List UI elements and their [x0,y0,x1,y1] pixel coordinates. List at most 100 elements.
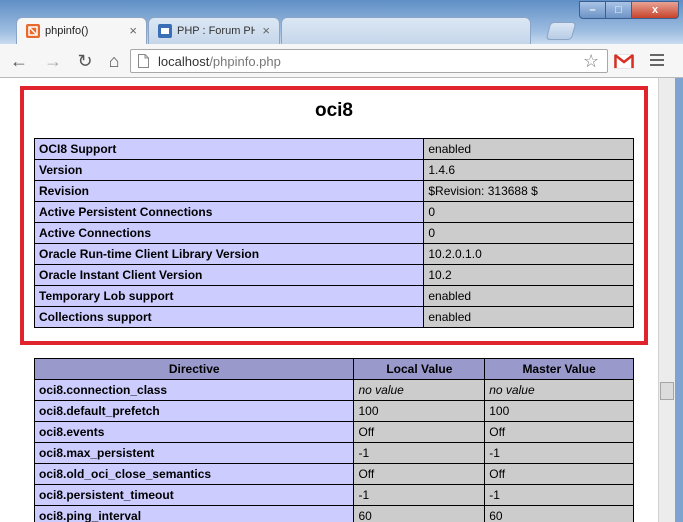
table-row: Revision $Revision: 313688 $ [33,180,634,202]
maximize-button[interactable]: □ [605,1,632,19]
directive-name: oci8.default_prefetch [33,400,355,422]
tab-label: PHP : Forum PHP [177,25,255,37]
info-value: 0 [423,222,634,244]
info-value: enabled [423,285,634,307]
bookmark-star-icon[interactable]: ☆ [583,51,599,72]
directive-table: Directive Local Value Master Value oci8.… [33,358,634,522]
url-host: localhost [158,54,210,69]
info-value: 10.2 [423,264,634,286]
table-row: Oracle Run-time Client Library Version 10… [33,243,634,265]
window-frame-edge [675,78,683,522]
reload-icon[interactable]: ↻ [74,50,96,72]
master-value-text: Off [489,467,506,481]
info-key: Oracle Run-time Client Library Version [33,243,425,265]
master-value-text: 100 [489,404,510,418]
info-value: $Revision: 313688 $ [423,180,634,202]
directive-name: oci8.max_persistent [33,442,355,464]
chrome-menu-icon[interactable] [650,54,664,69]
local-value: -1 [353,484,486,506]
info-key: Collections support [33,306,425,328]
close-window-button[interactable]: x [631,1,679,19]
local-value-text: -1 [358,488,370,502]
table-row: Active Connections 0 [33,222,634,244]
local-value: 60 [353,505,486,522]
section-title: oci8 [314,100,354,121]
oci8-section-highlight: oci8 OCI8 Support enabled Version 1.4.6 Revi… [20,86,648,345]
oci8-info-table: OCI8 Support enabled Version 1.4.6 Revision $… [33,138,634,328]
local-value-text: 100 [358,404,379,418]
directive-header-row: Directive Local Value Master Value [33,358,634,380]
home-icon[interactable]: ⌂ [103,50,125,72]
info-value: enabled [423,306,634,328]
table-row: oci8.persistent_timeout -1 -1 [33,484,634,506]
gmail-icon[interactable] [614,54,634,69]
back-arrow-icon[interactable]: ← [8,50,30,72]
info-key: Active Persistent Connections [33,201,425,223]
info-value: 1.4.6 [423,159,634,181]
page-icon [138,54,149,68]
tab-phpinfo[interactable]: phpinfo() × [16,17,147,44]
tab-label: phpinfo() [45,25,89,37]
browser-toolbar: ← → ↻ ⌂ localhost/phpinfo.php ☆ [0,44,683,78]
local-value: no value [353,379,486,401]
master-value-text: -1 [489,446,500,460]
local-value: -1 [353,442,486,464]
info-value: 0 [423,201,634,223]
page-viewport: oci8 OCI8 Support enabled Version 1.4.6 Revi… [0,78,658,522]
phpinfo-favicon-icon [26,24,40,38]
table-row: Version 1.4.6 [33,159,634,181]
table-row: Temporary Lob support enabled [33,285,634,307]
local-value: Off [353,463,486,485]
master-value-text: -1 [489,488,500,502]
table-row: Collections support enabled [33,306,634,328]
directive-name: oci8.connection_class [33,379,355,401]
table-row: oci8.old_oci_close_semantics Off Off [33,463,634,485]
local-value-text: -1 [358,446,370,460]
master-value-text: Off [489,425,506,439]
tab-close-icon[interactable]: × [262,23,270,38]
table-row: Active Persistent Connections 0 [33,201,634,223]
master-value: 60 [484,505,634,522]
directive-header: Directive [33,358,355,380]
info-value: 10.2.0.1.0 [423,243,634,265]
url-path: /phpinfo.php [209,54,281,69]
master-value: 100 [484,400,634,422]
info-key: OCI8 Support [33,138,425,160]
forum-favicon-icon [158,24,172,38]
forward-arrow-icon[interactable]: → [42,50,64,72]
scrollbar-thumb[interactable] [660,382,674,400]
master-value-header: Master Value [484,358,634,380]
info-key: Version [33,159,425,181]
master-value: Off [484,463,634,485]
url-text[interactable]: localhost/phpinfo.php [158,54,281,69]
directive-name: oci8.persistent_timeout [33,484,355,506]
table-row: Oracle Instant Client Version 10.2 [33,264,634,286]
master-value: no value [484,379,634,401]
local-value: 100 [353,400,486,422]
vertical-scrollbar[interactable] [658,78,675,522]
tab-php-forum[interactable]: PHP : Forum PHP × [148,17,280,44]
directive-name: oci8.ping_interval [33,505,355,522]
table-row: oci8.connection_class no value no value [33,379,634,401]
address-bar[interactable]: localhost/phpinfo.php [130,49,608,73]
local-value-text: no value [358,383,404,397]
directive-name: oci8.events [33,421,355,443]
local-value-text: 60 [358,509,372,522]
table-row: oci8.default_prefetch 100 100 [33,400,634,422]
info-key: Active Connections [33,222,425,244]
browser-titlebar: phpinfo() × PHP : Forum PHP × – □ x [0,0,683,44]
info-value: enabled [423,138,634,160]
new-tab-button[interactable] [545,22,577,40]
info-key: Temporary Lob support [33,285,425,307]
tab-blurred[interactable] [281,17,531,44]
tab-close-icon[interactable]: × [129,23,137,38]
table-row: oci8.max_persistent -1 -1 [33,442,634,464]
local-value-header: Local Value [353,358,486,380]
master-value: Off [484,421,634,443]
table-row: oci8.events Off Off [33,421,634,443]
info-key: Revision [33,180,425,202]
master-value-text: no value [489,383,535,397]
master-value-text: 60 [489,509,503,522]
minimize-button[interactable]: – [579,1,606,19]
local-value: Off [353,421,486,443]
